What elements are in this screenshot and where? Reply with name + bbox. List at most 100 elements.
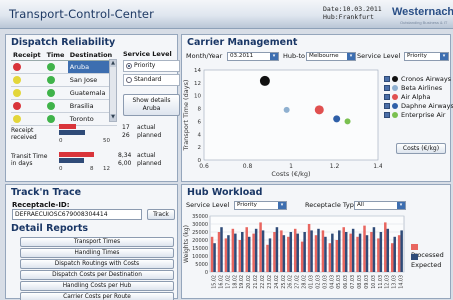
month-year-select[interactable]: 03.2011 ▾ [227, 52, 279, 61]
checkbox-checked-icon[interactable] [384, 85, 390, 91]
scatter-point [259, 75, 270, 86]
x-tick-label: 16.02 [218, 275, 224, 289]
x-tick-label: 12.03 [385, 275, 391, 289]
checkbox-checked-icon[interactable] [384, 76, 390, 82]
bar-processed [307, 224, 311, 272]
legend-item[interactable]: Cronos Airways [384, 75, 451, 83]
bar-expected [324, 236, 327, 272]
bar-expected [393, 236, 396, 272]
costs-per-kg-button[interactable]: Costs (€/kg) [396, 143, 446, 154]
bar-expected [220, 227, 223, 272]
checkbox-checked-icon[interactable] [384, 112, 390, 118]
x-tick-label: 03.03 [322, 275, 328, 289]
hub-to-select[interactable]: Melbourne ▾ [306, 52, 356, 61]
carrier-service-level-select[interactable]: Priority ▾ [404, 52, 449, 61]
checkbox-checked-icon[interactable] [384, 94, 390, 100]
y-tick-label: 2 [198, 145, 202, 151]
bar-expected [254, 228, 258, 272]
time-status-cell [44, 73, 68, 87]
report-button[interactable]: Handling Costs per Hub [20, 281, 174, 291]
bar-expected [247, 236, 251, 272]
scroll-up-icon[interactable]: ▲ [110, 60, 116, 67]
x-tick-label: 08.03 [357, 275, 363, 289]
x-tick-label: 10.03 [371, 275, 377, 289]
radio-priority[interactable]: Priority [123, 60, 180, 72]
month-year-label: Month/Year [186, 52, 223, 60]
bar-expected [358, 233, 362, 272]
time-status-dot [46, 89, 55, 97]
bar-expected [303, 232, 306, 272]
report-button[interactable]: Dispatch Costs per Destination [20, 270, 174, 280]
x-tick-label: 0.6 [199, 163, 209, 170]
x-tick-label: 0.8 [243, 163, 253, 170]
report-button[interactable]: Carrier Costs per Route [20, 292, 174, 300]
workload-service-level-select[interactable]: Priority ▾ [234, 201, 287, 210]
radio-standard[interactable]: Standard [123, 74, 180, 86]
legend-item[interactable]: Enterprise Air [384, 111, 445, 119]
y-tick-label: 12 [194, 81, 201, 87]
receptacle-id-input[interactable]: DEFRAECUIOSC679008304414 [12, 209, 142, 220]
bar-processed [328, 243, 332, 272]
x-tick-label: 17.02 [225, 275, 231, 289]
track-button[interactable]: Track [147, 209, 175, 220]
x-tick-label: 07.03 [350, 275, 356, 289]
bar-processed [314, 235, 318, 272]
y-tick-label: 6 [198, 119, 202, 125]
x-tick-label: 02.03 [315, 275, 321, 289]
carrier-service-level-label: Service Level [357, 52, 401, 60]
legend-label: Air Alpha [401, 93, 431, 101]
legend-label: Cronos Airways [401, 75, 452, 83]
app-title: Transport-Control-Center [9, 7, 154, 21]
bar-processed [231, 228, 235, 272]
receipt-actual-label: actual [137, 124, 156, 131]
y-tick-label: 30000 [192, 222, 208, 228]
receipt-actual-bar [59, 124, 76, 129]
receptacle-type-select[interactable]: All ▾ [354, 201, 406, 210]
chevron-down-icon: ▾ [270, 53, 278, 60]
receipt-planned-bar [59, 130, 85, 135]
legend-item[interactable]: Daphne Airways [384, 102, 453, 110]
bar-processed [342, 227, 345, 272]
hub-workload-bar-chart: 0 5000 10000 15000 20000 25000 30000 35000Weigh… [183, 214, 405, 289]
radio-selected-icon [126, 63, 132, 69]
legend-color-dot [392, 76, 398, 82]
carrier-management-panel: Carrier Management Month/Year 03.2011 ▾ … [181, 34, 453, 182]
legend-item[interactable]: Beta Airlines [384, 84, 442, 92]
x-tick-label: 26.02 [288, 275, 294, 289]
report-button[interactable]: Dispatch Routings with Costs [20, 259, 174, 269]
table-row[interactable]: Brasilia [11, 99, 117, 113]
report-button[interactable]: Transport Times [20, 237, 174, 247]
table-row[interactable]: Aruba [11, 60, 117, 74]
receptacle-id-label: Receptacle-ID: [12, 201, 70, 209]
show-details-button[interactable]: Show details Aruba [123, 94, 180, 116]
bar-processed [390, 243, 394, 272]
table-row[interactable]: Guatemala [11, 86, 117, 100]
chevron-down-icon: ▾ [278, 202, 286, 209]
x-tick-label: 1.2 [330, 163, 340, 170]
x-tick-label: 06.03 [343, 275, 349, 289]
bar-expected [275, 227, 279, 272]
bar-processed [273, 232, 276, 272]
bar-expected [351, 228, 355, 272]
bar-processed [245, 227, 248, 272]
table-scrollbar[interactable]: ▲ ▼ [109, 59, 117, 122]
panel-title: Hub Workload [187, 187, 263, 198]
x-axis-label: Costs (€/kg) [271, 170, 310, 178]
table-row[interactable]: San Jose [11, 73, 117, 87]
legend-item[interactable]: Air Alpha [384, 93, 430, 101]
legend-color-dot [392, 94, 398, 100]
scroll-down-icon[interactable]: ▼ [110, 114, 116, 121]
x-tick-label: 19.02 [239, 275, 245, 289]
service-level-label: Service Level [123, 50, 172, 58]
legend-label: Enterprise Air [401, 111, 446, 119]
bar-expected [365, 235, 369, 272]
checkbox-checked-icon[interactable] [384, 103, 390, 109]
col-header-time: Time [44, 50, 68, 61]
bar-processed [321, 230, 325, 272]
report-button[interactable]: Handling Times [20, 248, 174, 258]
hub-to-label: Hub-to [283, 52, 306, 60]
chevron-down-icon: ▾ [347, 53, 355, 60]
bar-processed [266, 244, 269, 272]
x-tick-label: 14.03 [399, 275, 405, 289]
legend-color-dot [392, 112, 398, 118]
